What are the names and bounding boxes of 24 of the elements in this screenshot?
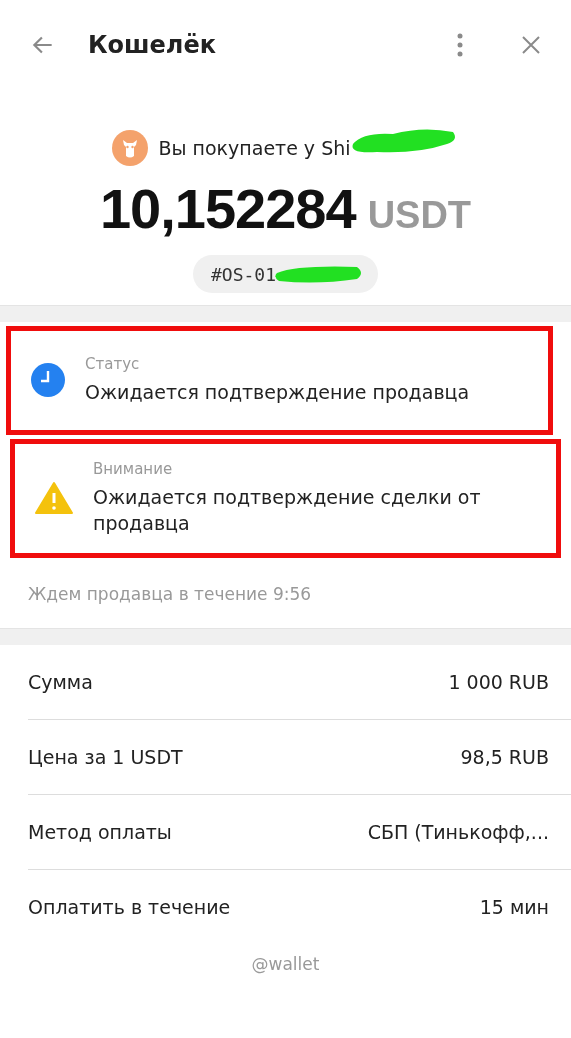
more-icon[interactable] [457,33,463,57]
detail-value: 15 мин [479,896,549,918]
detail-label: Цена за 1 USDT [28,746,183,768]
detail-value: СБП (Тинькофф,... [367,821,549,843]
clock-icon [31,363,65,398]
notice-label: Внимание [93,459,174,478]
close-icon[interactable] [521,35,541,55]
wait-timer-text: Ждем продавца в течение 9:56 [27,583,313,606]
notice-label: Статус [85,355,141,374]
detail-value: 1 000 RUB [448,671,549,693]
giraffe-avatar-icon [112,130,149,166]
detail-label: Метод оплаты [28,821,172,843]
order-id-chip[interactable]: #OS-01 [193,255,378,293]
notice-text: Ожидается подтверждение продавца [85,380,470,406]
detail-value: 98,5 RUB [460,746,549,768]
seller-text: Вы покупаете у Shi [158,137,351,159]
detail-label: Сумма [28,671,93,693]
amount-value: 10,152284 [99,176,356,241]
window-title: Кошелёк [88,31,217,59]
footer-text: @wallet [251,954,320,974]
notice-text: Ожидается подтверждение сделки от продавца [93,484,482,537]
detail-label: Оплатить в течение [28,896,231,918]
warning-icon [35,481,73,516]
currency-label: USDT [367,194,472,237]
